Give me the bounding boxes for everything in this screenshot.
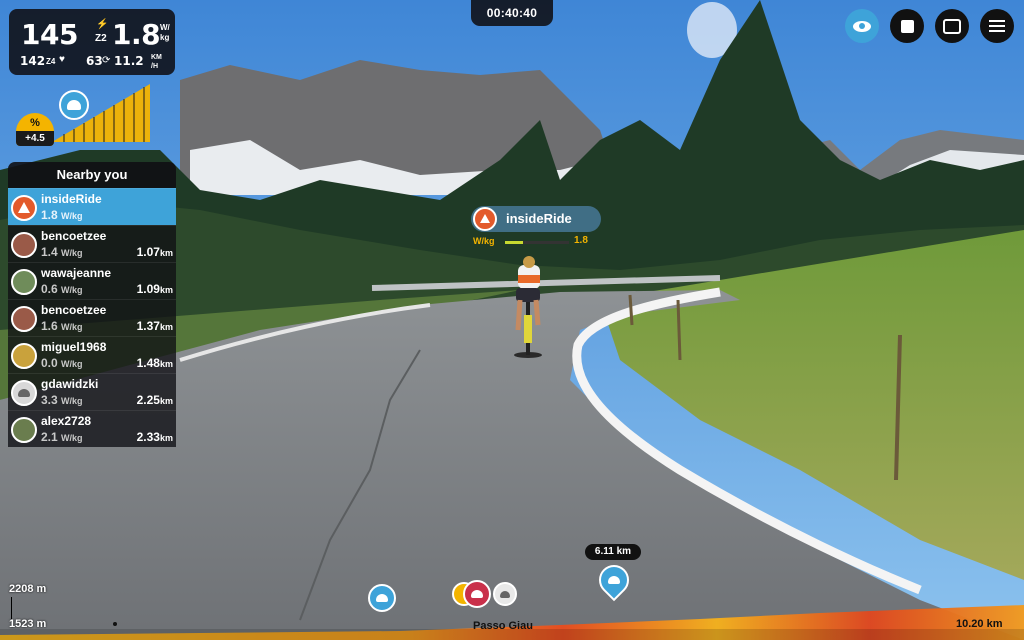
menu-icon <box>989 20 1005 32</box>
menu-button[interactable] <box>980 9 1014 43</box>
gradient-badge: % +4.5 <box>16 113 54 146</box>
rider-name: bencoetzee <box>41 303 107 317</box>
nearby-title: Nearby you <box>8 162 176 188</box>
gradient-value: +4.5 <box>16 131 54 146</box>
power-zone: Z2 <box>95 33 107 44</box>
chat-icon <box>943 18 961 34</box>
rider-row[interactable]: gdawidzki 3.3 W/kg 2.25km <box>8 373 176 410</box>
view-toggle-button[interactable] <box>845 9 879 43</box>
start-dot <box>113 622 117 626</box>
speed-unit-top: KM <box>151 54 162 61</box>
power-value: 145 <box>21 18 78 51</box>
rider-tag-avatar <box>473 207 497 231</box>
rider-distance: 2.33km <box>136 430 173 444</box>
inside-ride-logo-icon <box>480 214 490 223</box>
elevation-scale-line <box>11 597 12 619</box>
inside-ride-logo-icon <box>18 202 30 213</box>
rider-marker[interactable] <box>493 582 517 606</box>
rider-distance: 1.48km <box>136 356 173 370</box>
rider-row[interactable]: insideRide 1.8 W/kg <box>8 188 176 225</box>
rider-avatar <box>11 306 37 332</box>
rider-power: 1.6 W/kg <box>41 319 83 333</box>
rider-name: insideRide <box>41 192 102 206</box>
nearby-riders-panel: Nearby you insideRide 1.8 W/kg bencoetze… <box>8 162 176 462</box>
rider-avatar <box>11 380 37 406</box>
stop-button[interactable] <box>890 9 924 43</box>
helmet-icon <box>67 100 81 110</box>
rider-distance: 1.09km <box>136 282 173 296</box>
stop-icon <box>900 19 914 33</box>
rider-row[interactable]: bencoetzee 1.4 W/kg 1.07km <box>8 225 176 262</box>
rider-row[interactable]: bencoetzee 1.6 W/kg 1.37km <box>8 299 176 336</box>
rider-avatar <box>11 195 37 221</box>
helmet-icon <box>608 576 620 584</box>
helmet-icon <box>376 594 388 602</box>
heart-icon: ♥ <box>59 54 65 65</box>
rider-power: 0.6 W/kg <box>41 282 83 296</box>
rider-tag-power-bar <box>505 241 569 244</box>
gradient-percent-label: % <box>30 117 40 129</box>
rider-avatar <box>11 417 37 443</box>
rider-name: gdawidzki <box>41 377 99 391</box>
rider-tag-power: W/kg 1.8 <box>473 235 593 250</box>
wkg-unit-top: W/ <box>160 23 170 32</box>
rider-name: wawajeanne <box>41 266 112 280</box>
rider-avatar <box>11 232 37 258</box>
rider-power: 0.0 W/kg <box>41 356 83 370</box>
helmet-icon <box>500 591 510 598</box>
rider-marker[interactable] <box>463 580 491 608</box>
rider-tag-power-fill <box>505 241 523 244</box>
rider-tag-unit: W/kg <box>473 236 495 246</box>
location-name: Passo Giau <box>473 620 533 632</box>
total-distance: 10.20 km <box>956 618 1003 630</box>
rider-distance: 2.25km <box>136 393 173 407</box>
wkg-unit-bottom: kg <box>160 33 170 42</box>
rider-marker[interactable] <box>368 584 396 612</box>
rider-tag-name: insideRide <box>506 211 572 226</box>
marker-distance-badge: 6.11 km <box>585 544 641 560</box>
rider-name-tag[interactable]: insideRide <box>471 206 601 232</box>
rider-tag-value: 1.8 <box>574 235 588 246</box>
cadence-icon: ⟳ <box>102 55 111 66</box>
user-avatar <box>59 90 89 120</box>
chat-button[interactable] <box>935 9 969 43</box>
wkg-value: 1.8 <box>112 18 161 51</box>
min-elevation: 1523 m <box>9 618 47 630</box>
rider-name: bencoetzee <box>41 229 107 243</box>
rider-name: alex2728 <box>41 414 92 428</box>
rider-avatar <box>11 269 37 295</box>
helmet-icon <box>18 389 30 397</box>
helmet-icon <box>471 590 483 598</box>
rider-name: miguel1968 <box>41 340 107 354</box>
rider-avatar <box>11 343 37 369</box>
rider-distance: 1.37km <box>136 319 173 333</box>
speed-value: 11.2 <box>114 54 144 68</box>
rider-row[interactable]: wawajeanne 0.6 W/kg 1.09km <box>8 262 176 299</box>
rider-row[interactable]: miguel1968 0.0 W/kg 1.48km <box>8 336 176 373</box>
ride-timer: 00:40:40 <box>471 0 553 26</box>
eye-icon <box>853 20 871 32</box>
heart-rate-value: 142 <box>20 54 46 68</box>
rider-power: 1.4 W/kg <box>41 245 83 259</box>
ride-stats-panel: 145 ⚡ Z2 1.8 W/ kg 142 Z4 ♥ 63 ⟳ 11.2 KM… <box>9 9 175 75</box>
rider-power: 3.3 W/kg <box>41 393 83 407</box>
speed-unit-bottom: /H <box>151 63 158 70</box>
max-elevation: 2208 m <box>9 583 47 595</box>
rider-distance: 1.07km <box>136 245 173 259</box>
cadence-value: 63 <box>86 54 103 68</box>
rider-row[interactable]: alex2728 2.1 W/kg 2.33km <box>8 410 176 447</box>
rider-power: 1.8 W/kg <box>41 208 83 222</box>
rider-power: 2.1 W/kg <box>41 430 83 444</box>
hr-zone: Z4 <box>46 57 56 66</box>
gradient-widget: % +4.5 <box>12 84 152 146</box>
lightning-icon: ⚡ <box>96 19 109 30</box>
